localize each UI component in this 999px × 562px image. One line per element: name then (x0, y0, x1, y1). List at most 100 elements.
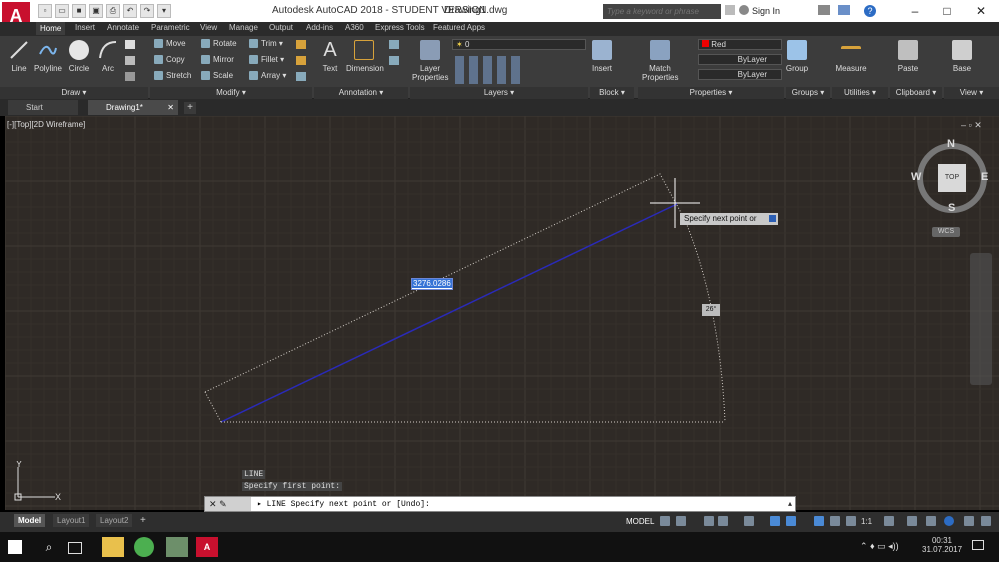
tab-layout1[interactable]: Layout1 (53, 514, 90, 527)
dimension-button[interactable]: Dimension (346, 40, 384, 73)
tab-express-tools[interactable]: Express Tools (375, 23, 425, 32)
maximize-button[interactable]: □ (932, 2, 962, 20)
chrome-icon[interactable] (134, 537, 154, 557)
save-icon[interactable]: ■ (72, 4, 86, 18)
panel-view-title[interactable]: View ▾ (944, 87, 999, 99)
model-space-toggle[interactable]: MODEL (626, 517, 654, 526)
panel-draw-title[interactable]: Draw ▾ (0, 87, 148, 99)
compass-north[interactable]: N (947, 138, 955, 150)
rectangle-icon[interactable] (125, 40, 135, 49)
length-input[interactable]: 3276.0286 (411, 278, 453, 290)
layer-dropdown[interactable]: ✶ 0 (452, 39, 586, 50)
customize-wrench-icon[interactable]: ✎ (219, 499, 227, 509)
fillet-button[interactable]: Fillet ▾ (249, 55, 284, 65)
panel-annotation-title[interactable]: Annotation ▾ (314, 87, 408, 99)
autoscale-icon[interactable] (830, 516, 840, 526)
rotate-button[interactable]: Rotate (201, 39, 237, 49)
tab-parametric[interactable]: Parametric (151, 23, 190, 32)
measure-button[interactable]: Measure (835, 40, 867, 73)
close-tab-icon[interactable]: ✕ (167, 100, 174, 115)
viewport-window-controls[interactable]: – ▫ ✕ (961, 120, 982, 131)
grid-icon[interactable] (660, 516, 670, 526)
clean-screen-icon[interactable] (964, 516, 974, 526)
plot-icon[interactable]: ⎙ (106, 4, 120, 18)
circle-button[interactable]: Circle (67, 40, 91, 73)
snap-icon[interactable] (676, 516, 686, 526)
redo-icon[interactable]: ↷ (140, 4, 154, 18)
panel-clipboard-title[interactable]: Clipboard ▾ (890, 87, 942, 99)
stretch-button[interactable]: Stretch (154, 71, 191, 81)
lineweight-dropdown[interactable]: ByLayer (698, 69, 782, 80)
move-button[interactable]: Move (154, 39, 186, 49)
help-search-input[interactable] (603, 4, 721, 19)
add-layout-icon[interactable]: + (140, 515, 146, 526)
base-button[interactable]: Base (950, 40, 974, 73)
tray-icons[interactable]: ⌃ ♦ ▭ ◂)) (860, 541, 899, 552)
save-as-icon[interactable]: ▣ (89, 4, 103, 18)
search-icon[interactable]: ⌕ (38, 537, 60, 557)
notifications-icon[interactable] (972, 540, 984, 550)
offset-icon[interactable] (296, 72, 306, 81)
task-view-icon[interactable] (68, 542, 82, 554)
viewport-controls[interactable]: [-][Top][2D Wireframe] (7, 120, 85, 129)
panel-layers-title[interactable]: Layers ▾ (410, 87, 588, 99)
copy-button[interactable]: Copy (154, 55, 185, 65)
tab-featured-apps[interactable]: Featured Apps (433, 23, 485, 32)
undo-icon[interactable]: ↶ (123, 4, 137, 18)
customize-qat-icon[interactable]: ▾ (157, 4, 171, 18)
paste-button[interactable]: Paste (896, 40, 920, 73)
new-file-icon[interactable]: ▫ (38, 4, 52, 18)
polyline-button[interactable]: Polyline (33, 40, 63, 73)
search-binoculars-icon[interactable] (725, 5, 735, 15)
viewcube-top-face[interactable]: TOP (938, 164, 966, 192)
hardware-acceleration-icon[interactable] (944, 516, 954, 526)
compass-south[interactable]: S (948, 202, 955, 214)
panel-modify-title[interactable]: Modify ▾ (150, 87, 312, 99)
panel-groups-title[interactable]: Groups ▾ (786, 87, 830, 99)
object-snap-tracking-icon[interactable] (770, 516, 780, 526)
tab-layout2[interactable]: Layout2 (96, 514, 133, 527)
hatch-icon[interactable] (125, 56, 135, 65)
ortho-icon[interactable] (704, 516, 714, 526)
tab-a360[interactable]: A360 (345, 23, 364, 32)
open-file-icon[interactable]: ▭ (55, 4, 69, 18)
customize-statusbar-icon[interactable] (981, 516, 991, 526)
sign-in-button[interactable]: Sign In (752, 6, 780, 16)
compass-west[interactable]: W (911, 171, 921, 183)
scale-button[interactable]: Scale (201, 71, 233, 81)
new-tab-icon[interactable]: + (184, 102, 196, 114)
linetype-dropdown[interactable]: ByLayer (698, 54, 782, 65)
gimp-icon[interactable] (166, 537, 188, 557)
layer-properties-button[interactable]: Layer Properties (412, 40, 448, 82)
command-history-toggle-icon[interactable]: ▴ (788, 499, 792, 508)
isolate-objects-icon[interactable] (926, 516, 936, 526)
help-icon[interactable]: ? (864, 5, 876, 17)
line-button[interactable]: Line (8, 40, 30, 73)
explode-icon[interactable] (296, 56, 306, 65)
panel-block-title[interactable]: Block ▾ (590, 87, 634, 99)
close-button[interactable]: ✕ (966, 2, 996, 20)
command-line[interactable]: ✕ ✎ ▸ LINE Specify next point or [Undo]:… (204, 496, 796, 512)
annotation-visibility-icon[interactable] (814, 516, 824, 526)
a360-icon[interactable] (838, 5, 850, 15)
text-button[interactable]: A Text (318, 40, 342, 73)
erase-icon[interactable] (296, 40, 306, 49)
insert-button[interactable]: Insert (591, 40, 613, 73)
angle-input[interactable]: 26° (702, 304, 720, 316)
arc-button[interactable]: Arc (97, 40, 119, 73)
tab-output[interactable]: Output (269, 23, 293, 32)
autocad-taskbar-icon[interactable]: A (196, 537, 218, 557)
tab-model[interactable]: Model (14, 514, 46, 527)
windows-start-icon[interactable] (8, 540, 22, 554)
trim-button[interactable]: Trim ▾ (249, 39, 283, 49)
tab-annotate[interactable]: Annotate (107, 23, 139, 32)
tab-add-ins[interactable]: Add-ins (306, 23, 333, 32)
panel-utilities-title[interactable]: Utilities ▾ (832, 87, 888, 99)
match-properties-button[interactable]: Match Properties (642, 40, 678, 82)
tab-drawing1[interactable]: Drawing1* ✕ (88, 100, 178, 115)
array-button[interactable]: Array ▾ (249, 71, 286, 81)
tab-view[interactable]: View (200, 23, 217, 32)
drawing-area[interactable]: [-][Top][2D Wireframe] – ▫ ✕ 3276.0286 2… (5, 116, 999, 510)
mirror-button[interactable]: Mirror (201, 55, 234, 65)
group-button[interactable]: Group (785, 40, 809, 73)
